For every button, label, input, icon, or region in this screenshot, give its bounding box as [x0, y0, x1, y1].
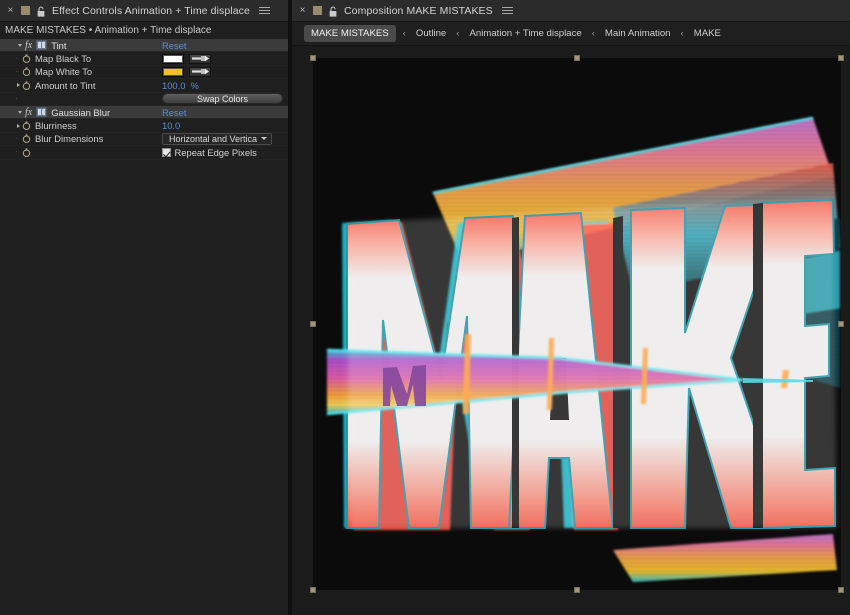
close-icon[interactable]: × — [298, 5, 307, 16]
color-swatch-map-black-to[interactable] — [162, 53, 184, 64]
twirl-closed-icon[interactable] — [17, 123, 20, 128]
effect-badge-icon — [36, 107, 48, 118]
breadcrumb-separator-icon: ‹ — [591, 28, 595, 39]
indent-dot: · — [15, 53, 18, 63]
property-row-map-black-to[interactable]: · Map Black To — [0, 52, 288, 66]
property-label: Amount to Tint — [35, 79, 96, 91]
value-amount-to-tint[interactable]: 100.0 — [162, 80, 185, 91]
effect-controls-tab-title[interactable]: Effect Controls Animation + Time displac… — [52, 5, 250, 17]
lock-icon[interactable] — [36, 5, 46, 17]
selection-handle-bottom-right[interactable] — [838, 587, 844, 593]
panel-color-chip — [21, 6, 30, 15]
breadcrumb-item-make[interactable]: MAKE — [691, 28, 724, 39]
indent-dot: · — [15, 147, 18, 157]
after-effects-window: × Effect Controls Animation + Time displ… — [0, 0, 850, 615]
reset-link-gaussian-blur[interactable]: Reset — [162, 107, 187, 118]
checkbox-label: Repeat Edge Pixels — [174, 146, 257, 158]
breadcrumb-separator-icon: ‹ — [456, 28, 460, 39]
stopwatch-icon[interactable] — [22, 134, 31, 144]
fx-icon: fx — [25, 39, 33, 51]
eyedropper-icon-map-black-to[interactable] — [189, 53, 211, 64]
effect-name: Tint — [51, 39, 67, 51]
property-row-amount-to-tint[interactable]: Amount to Tint 100.0% — [0, 79, 288, 93]
indent-dot: · — [15, 66, 18, 76]
fx-icon: fx — [25, 106, 33, 118]
effect-header-gaussian-blur[interactable]: fx Gaussian Blur Reset — [0, 105, 288, 120]
value-unit: % — [190, 79, 199, 91]
stopwatch-icon[interactable] — [22, 148, 31, 157]
selection-handle-bottom-left[interactable] — [310, 587, 316, 593]
effect-name: Gaussian Blur — [51, 106, 111, 118]
eyedropper-icon-map-white-to[interactable] — [189, 66, 211, 77]
selection-handle-bottom-center[interactable] — [574, 587, 580, 593]
composition-tabbar: × Composition MAKE MISTAKES — [292, 0, 850, 22]
effect-badge-icon — [36, 40, 48, 51]
artwork-make — [313, 58, 841, 590]
indent-dot: · — [15, 133, 18, 143]
property-row-map-white-to[interactable]: · Map White To — [0, 65, 288, 80]
property-label: Map White To — [35, 66, 93, 78]
dropdown-value: Horizontal and Vertica — [169, 133, 258, 144]
selection-handle-top-left[interactable] — [310, 55, 316, 61]
property-row-blurriness[interactable]: Blurriness 10.0 — [0, 119, 288, 133]
composition-frame[interactable] — [310, 55, 844, 593]
selection-handle-middle-left[interactable] — [310, 321, 316, 327]
breadcrumb-separator-icon: ‹ — [680, 28, 684, 39]
chevron-down-icon — [261, 137, 267, 141]
breadcrumb-separator-icon: ‹ — [402, 28, 406, 39]
property-label: Map Black To — [35, 53, 92, 65]
panel-menu-icon[interactable] — [501, 7, 513, 14]
effect-controls-subheader: MAKE MISTAKES • Animation + Time displac… — [0, 22, 288, 39]
property-label: Blurriness — [35, 120, 77, 132]
color-swatch-map-white-to[interactable] — [162, 66, 184, 77]
value-blurriness[interactable]: 10.0 — [162, 120, 180, 131]
effect-controls-tabbar: × Effect Controls Animation + Time displ… — [0, 0, 288, 22]
composition-viewer[interactable] — [292, 46, 850, 615]
effect-header-tint[interactable]: fx Tint Reset — [0, 39, 288, 53]
selection-handle-middle-right[interactable] — [838, 321, 844, 327]
panel-menu-icon[interactable] — [258, 7, 270, 14]
stopwatch-icon[interactable] — [22, 121, 31, 130]
twirl-open-icon[interactable] — [18, 43, 22, 47]
composition-tab-title[interactable]: Composition MAKE MISTAKES — [344, 5, 493, 17]
reset-link-tint[interactable]: Reset — [162, 40, 187, 51]
swap-colors-button[interactable]: Swap Colors — [162, 93, 283, 105]
property-row-swap-colors[interactable]: · Swap Colors — [0, 92, 288, 106]
lock-icon[interactable] — [328, 5, 338, 17]
stopwatch-icon[interactable] — [22, 54, 31, 63]
breadcrumb-item-main-animation[interactable]: Main Animation — [602, 28, 674, 39]
twirl-open-icon[interactable] — [18, 110, 22, 114]
effect-controls-panel: × Effect Controls Animation + Time displ… — [0, 0, 288, 615]
stopwatch-icon[interactable] — [22, 67, 31, 77]
close-icon[interactable]: × — [6, 5, 15, 16]
property-row-repeat-edge-pixels[interactable]: · Repeat Edge Pixels — [0, 146, 288, 160]
repeat-edge-pixels-checkbox[interactable] — [162, 148, 171, 157]
breadcrumb: MAKE MISTAKES ‹ Outline ‹ Animation + Ti… — [292, 22, 850, 46]
indent-dot: · — [15, 93, 18, 103]
blur-dimensions-dropdown[interactable]: Horizontal and Vertica — [162, 133, 272, 145]
stopwatch-icon[interactable] — [22, 81, 31, 90]
composition-panel: × Composition MAKE MISTAKES MAKE MISTAKE… — [292, 0, 850, 615]
selection-handle-top-right[interactable] — [838, 55, 844, 61]
breadcrumb-item-active[interactable]: MAKE MISTAKES — [304, 25, 396, 42]
breadcrumb-item-animation-time-displace[interactable]: Animation + Time displace — [466, 28, 584, 39]
property-row-blur-dimensions[interactable]: · Blur Dimensions Horizontal and Vertica — [0, 132, 288, 147]
effect-list: fx Tint Reset · Map Black To · Map White… — [0, 39, 288, 615]
panel-color-chip — [313, 6, 322, 15]
breadcrumb-item-outline[interactable]: Outline — [413, 28, 449, 39]
twirl-closed-icon[interactable] — [17, 83, 20, 88]
property-label: Blur Dimensions — [35, 133, 104, 145]
selection-handle-top-center[interactable] — [574, 55, 580, 61]
